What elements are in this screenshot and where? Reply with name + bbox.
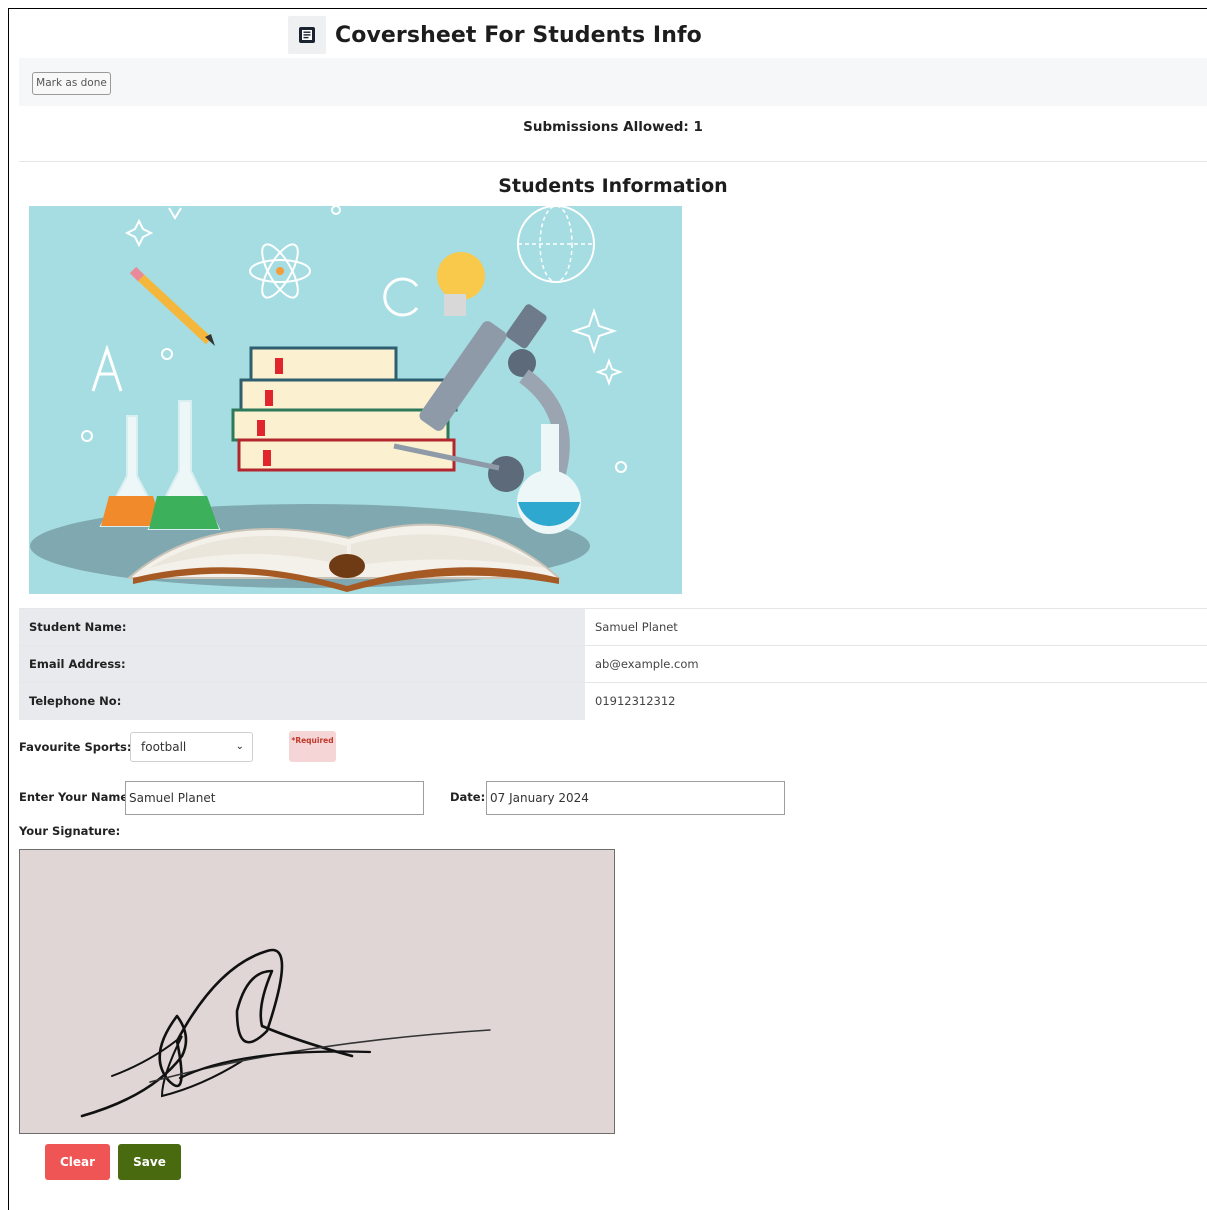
- date-label: Date:: [450, 790, 486, 804]
- signature-label: Your Signature:: [19, 824, 121, 838]
- row-label: Telephone No:: [19, 682, 585, 720]
- clear-button[interactable]: Clear: [45, 1144, 110, 1180]
- signature-drawing: [80, 948, 491, 1118]
- signature-pad[interactable]: [19, 849, 615, 1134]
- table-row: Student Name: Samuel Planet: [19, 608, 1207, 646]
- mark-as-done-button[interactable]: Mark as done: [32, 72, 111, 95]
- divider: [19, 161, 1207, 162]
- action-toolbar: Mark as done: [19, 58, 1207, 106]
- row-value: ab@example.com: [585, 645, 1207, 683]
- page-header: Coversheet For Students Info: [288, 16, 702, 54]
- table-row: Telephone No: 01912312312: [19, 682, 1207, 720]
- page-title: Coversheet For Students Info: [335, 22, 702, 48]
- save-button[interactable]: Save: [118, 1144, 181, 1180]
- hero-illustration: [29, 206, 682, 594]
- table-row: Email Address: ab@example.com: [19, 645, 1207, 683]
- row-value: 01912312312: [585, 682, 1207, 720]
- required-badge: *Required: [289, 731, 336, 762]
- submissions-allowed: Submissions Allowed: 1: [523, 119, 703, 135]
- row-value: Samuel Planet: [585, 608, 1207, 646]
- row-label: Student Name:: [19, 608, 585, 646]
- row-label: Email Address:: [19, 645, 585, 683]
- date-input[interactable]: [486, 781, 785, 815]
- student-info-table: Student Name: Samuel Planet Email Addres…: [19, 608, 1207, 720]
- document-icon: [288, 16, 326, 54]
- favourite-sports-select[interactable]: football ⌄: [130, 732, 253, 762]
- name-input[interactable]: [125, 781, 424, 815]
- enter-name-label: Enter Your Name:: [19, 790, 133, 804]
- section-title: Students Information: [498, 175, 728, 197]
- chevron-down-icon: ⌄: [235, 741, 244, 752]
- favourite-sports-label: Favourite Sports:: [19, 740, 132, 754]
- select-value: football: [141, 740, 187, 754]
